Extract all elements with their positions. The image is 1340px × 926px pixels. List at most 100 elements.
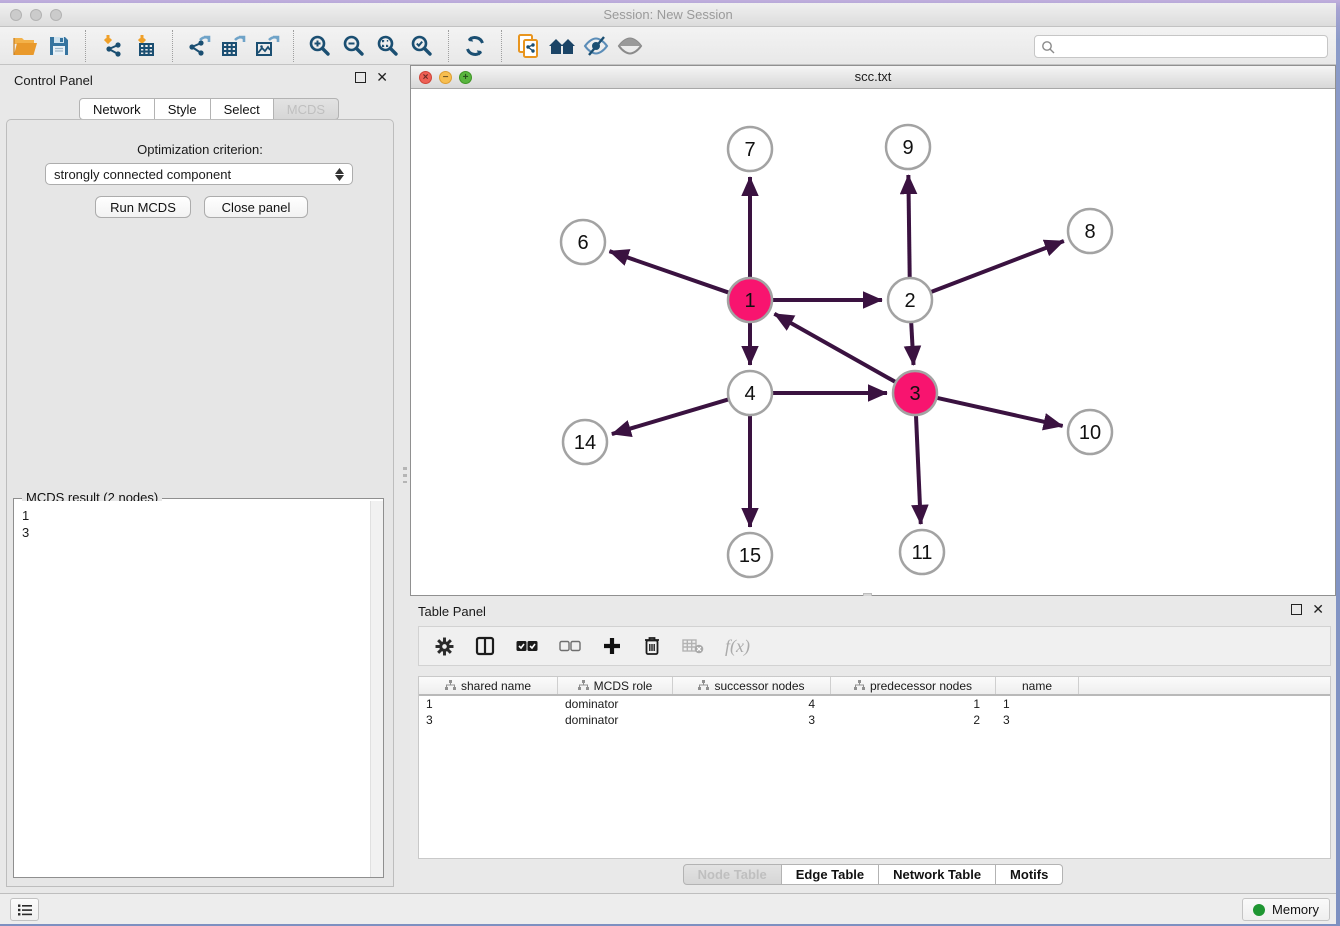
graph-edge-2-3[interactable] [911, 320, 913, 365]
column-header-predecessor-nodes[interactable]: predecessor nodes [831, 677, 996, 694]
result-scrollbar[interactable] [370, 501, 383, 877]
cell-shared-name[interactable]: 3 [419, 713, 558, 727]
export-table-icon[interactable] [216, 31, 250, 61]
close-panel-icon[interactable]: ✕ [376, 72, 388, 83]
memory-label: Memory [1272, 902, 1319, 917]
close-panel-button[interactable]: Close panel [204, 196, 308, 218]
tab-network-table[interactable]: Network Table [879, 864, 996, 885]
table-row[interactable]: 3 dominator 3 2 3 [419, 712, 1330, 728]
select-stepper-icon [335, 168, 344, 181]
app-titlebar: Session: New Session [0, 3, 1336, 27]
graph-edge-3-11[interactable] [916, 413, 921, 524]
optimization-criterion-select[interactable]: strongly connected component [45, 163, 353, 185]
clone-network-icon[interactable] [511, 31, 545, 61]
tab-motifs[interactable]: Motifs [996, 864, 1063, 885]
add-column-icon[interactable] [602, 636, 622, 656]
delete-column-trash-icon[interactable] [643, 636, 661, 656]
memory-button[interactable]: Memory [1242, 898, 1330, 921]
search-icon [1041, 40, 1055, 54]
column-header-shared-name[interactable]: shared name [419, 677, 558, 694]
mcds-result-text[interactable]: 1 3 [14, 501, 369, 877]
home-layout-icon[interactable] [545, 31, 579, 61]
network-canvas[interactable]: 7 9 6 8 1 2 4 3 14 10 15 11 [411, 89, 1335, 595]
graph-edge-4-14[interactable] [612, 399, 731, 434]
close-table-panel-icon[interactable]: ✕ [1312, 604, 1324, 615]
tab-node-table[interactable]: Node Table [683, 864, 782, 885]
save-session-icon[interactable] [42, 31, 76, 61]
tab-style[interactable]: Style [155, 98, 211, 120]
zoom-in-icon[interactable] [303, 31, 337, 61]
graph-node-8[interactable]: 8 [1068, 209, 1112, 253]
graph-node-10[interactable]: 10 [1068, 410, 1112, 454]
float-table-panel-icon[interactable] [1291, 604, 1302, 615]
task-history-button[interactable] [10, 898, 39, 921]
search-input[interactable] [1059, 40, 1321, 54]
network-window-titlebar[interactable]: × − + scc.txt [411, 66, 1335, 89]
cell-mcds-role[interactable]: dominator [558, 697, 673, 711]
select-all-icon[interactable] [516, 640, 538, 652]
cell-successor-nodes[interactable]: 4 [673, 697, 831, 711]
graph-node-label: 2 [904, 290, 915, 312]
toggle-column-pane-icon[interactable] [475, 636, 495, 656]
zoom-fit-icon[interactable] [371, 31, 405, 61]
graph-node-15[interactable]: 15 [728, 533, 772, 577]
graph-node-label: 1 [744, 290, 755, 312]
list-icon [17, 903, 33, 917]
graph-node-7[interactable]: 7 [728, 127, 772, 171]
table-toolbar: f(x) [418, 626, 1331, 666]
graph-node-4[interactable]: 4 [728, 371, 772, 415]
graph-node-14[interactable]: 14 [563, 420, 607, 464]
cell-mcds-role[interactable]: dominator [558, 713, 673, 727]
cell-shared-name[interactable]: 1 [419, 697, 558, 711]
network-window: × − + scc.txt 7 9 6 8 1 2 4 3 14 10 15 11 [410, 65, 1336, 596]
cell-name[interactable]: 1 [996, 697, 1079, 711]
optimization-criterion-value: strongly connected component [54, 167, 231, 182]
graph-node-label: 4 [744, 383, 755, 405]
table-panel-title: Table Panel [418, 604, 486, 619]
tab-network[interactable]: Network [79, 98, 155, 120]
zoom-selected-icon[interactable] [405, 31, 439, 61]
graph-node-3[interactable]: 3 [893, 371, 937, 415]
tab-select[interactable]: Select [211, 98, 274, 120]
cell-predecessor-nodes[interactable]: 2 [831, 713, 996, 727]
table-settings-gear-icon[interactable] [435, 637, 454, 656]
export-network-icon[interactable] [182, 31, 216, 61]
refresh-icon[interactable] [458, 31, 492, 61]
graph-node-1[interactable]: 1 [728, 278, 772, 322]
hide-graphics-details-icon[interactable] [579, 31, 613, 61]
node-type-icon [578, 680, 589, 691]
import-table-icon[interactable] [129, 31, 163, 61]
column-header-successor-nodes[interactable]: successor nodes [673, 677, 831, 694]
graph-edge-2-8[interactable] [929, 241, 1064, 293]
cell-successor-nodes[interactable]: 3 [673, 713, 831, 727]
graph-node-6[interactable]: 6 [561, 220, 605, 264]
graph-edge-3-1[interactable] [774, 314, 897, 383]
graph-node-9[interactable]: 9 [886, 125, 930, 169]
zoom-out-icon[interactable] [337, 31, 371, 61]
run-mcds-button[interactable]: Run MCDS [95, 196, 191, 218]
app-window: Session: New Session [0, 3, 1336, 924]
export-image-icon[interactable] [250, 31, 284, 61]
tab-mcds[interactable]: MCDS [274, 98, 339, 120]
tab-edge-table[interactable]: Edge Table [782, 864, 879, 885]
graph-edge-1-6[interactable] [609, 251, 731, 293]
unselect-all-icon[interactable] [559, 640, 581, 652]
toolbar-separator [85, 30, 86, 62]
import-network-icon[interactable] [95, 31, 129, 61]
cell-predecessor-nodes[interactable]: 1 [831, 697, 996, 711]
graph-node-label: 9 [902, 137, 913, 159]
column-header-mcds-role[interactable]: MCDS role [558, 677, 673, 694]
status-bar: Memory [0, 893, 1336, 924]
graph-node-11[interactable]: 11 [900, 530, 944, 574]
open-session-icon[interactable] [8, 31, 42, 61]
graph-edge-3-10[interactable] [935, 397, 1063, 426]
cell-name[interactable]: 3 [996, 713, 1079, 727]
table-row[interactable]: 1 dominator 4 1 1 [419, 696, 1330, 712]
vertical-splitter[interactable] [400, 65, 410, 893]
graph-node-2[interactable]: 2 [888, 278, 932, 322]
node-type-icon [854, 680, 865, 691]
graph-edge-2-9[interactable] [908, 175, 909, 280]
show-graphics-details-icon[interactable] [613, 31, 647, 61]
float-panel-icon[interactable] [355, 72, 366, 83]
column-header-name[interactable]: name [996, 677, 1079, 694]
